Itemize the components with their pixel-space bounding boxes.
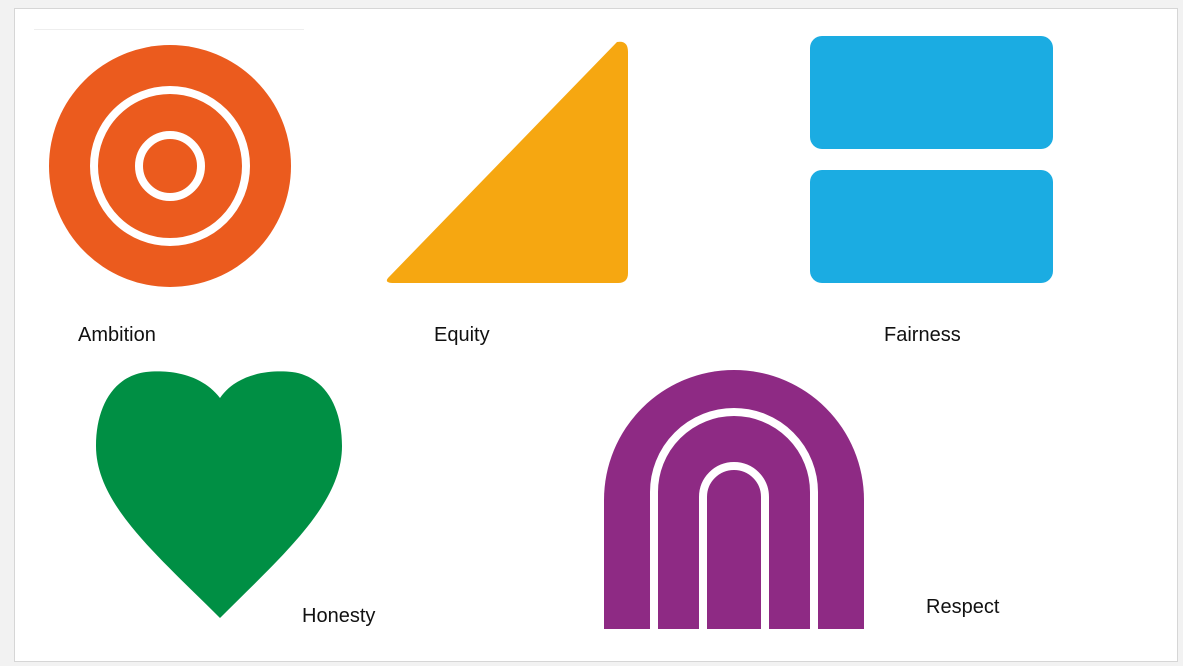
target-icon — [49, 45, 291, 287]
target-outer — [49, 45, 291, 287]
divider — [34, 29, 304, 30]
rectangle-bottom — [810, 170, 1053, 283]
heart-shape — [96, 371, 342, 618]
label-respect: Respect — [926, 596, 1000, 618]
label-fairness: Fairness — [884, 324, 961, 346]
rectangle-top — [810, 36, 1053, 149]
triangle-icon — [386, 41, 628, 283]
label-honesty: Honesty — [302, 605, 376, 627]
arch-icon — [604, 370, 864, 629]
triangle-shape — [386, 41, 628, 283]
label-equity: Equity — [434, 324, 490, 346]
heart-icon — [96, 371, 342, 618]
label-ambition: Ambition — [78, 324, 156, 346]
stacked-rectangles-icon — [810, 36, 1053, 283]
